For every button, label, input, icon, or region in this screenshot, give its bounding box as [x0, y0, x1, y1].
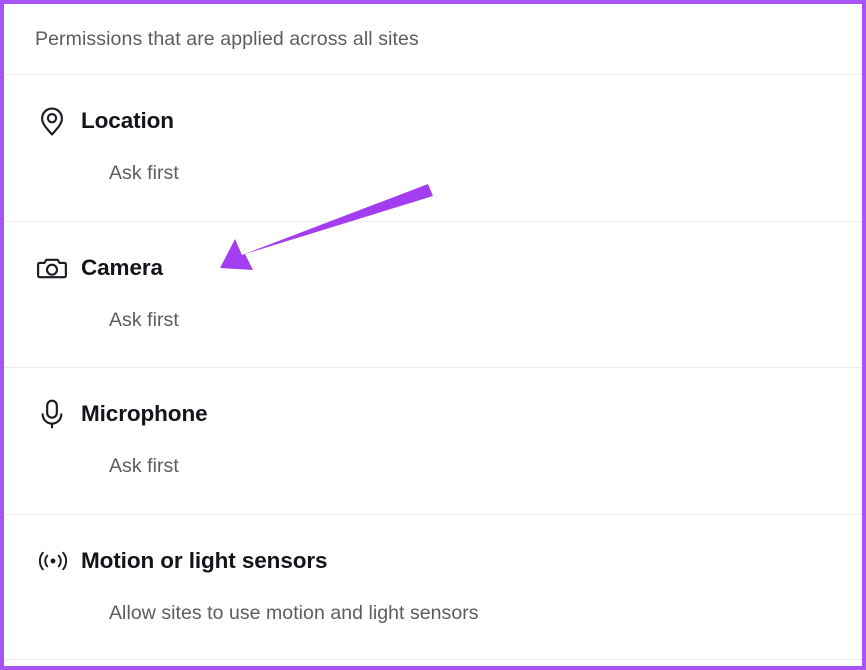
permission-row-camera[interactable]: Camera Ask first: [4, 222, 862, 368]
panel-caption-text: Permissions that are applied across all …: [35, 27, 419, 50]
permission-status-location: Ask first: [109, 162, 179, 184]
permission-status-microphone: Ask first: [109, 455, 179, 477]
permission-status-camera: Ask first: [109, 309, 179, 331]
permission-row-microphone[interactable]: Microphone Ask first: [4, 368, 862, 515]
camera-icon: [35, 251, 81, 285]
permission-title-camera: Camera: [81, 254, 163, 280]
permission-title-motion-sensors: Motion or light sensors: [81, 547, 328, 573]
permissions-panel-inner: Permissions that are applied across all …: [4, 4, 862, 666]
permission-row-microphone-header: Microphone: [35, 368, 842, 431]
permission-row-motion-sensors[interactable]: Motion or light sensors Allow sites to u…: [4, 515, 862, 660]
permissions-panel: Permissions that are applied across all …: [0, 0, 866, 670]
microphone-icon: [35, 397, 81, 431]
permission-title-microphone: Microphone: [81, 400, 208, 426]
permission-row-motion-sensors-header: Motion or light sensors: [35, 515, 842, 578]
permission-row-location[interactable]: Location Ask first: [4, 75, 862, 222]
permission-status-motion-sensors: Allow sites to use motion and light sens…: [109, 602, 479, 624]
permission-row-camera-header: Camera: [35, 222, 842, 285]
permission-title-location: Location: [81, 107, 174, 133]
motion-sensor-icon: [35, 544, 81, 578]
permission-row-location-header: Location: [35, 75, 842, 138]
location-pin-icon: [35, 104, 81, 138]
panel-caption: Permissions that are applied across all …: [4, 4, 862, 75]
